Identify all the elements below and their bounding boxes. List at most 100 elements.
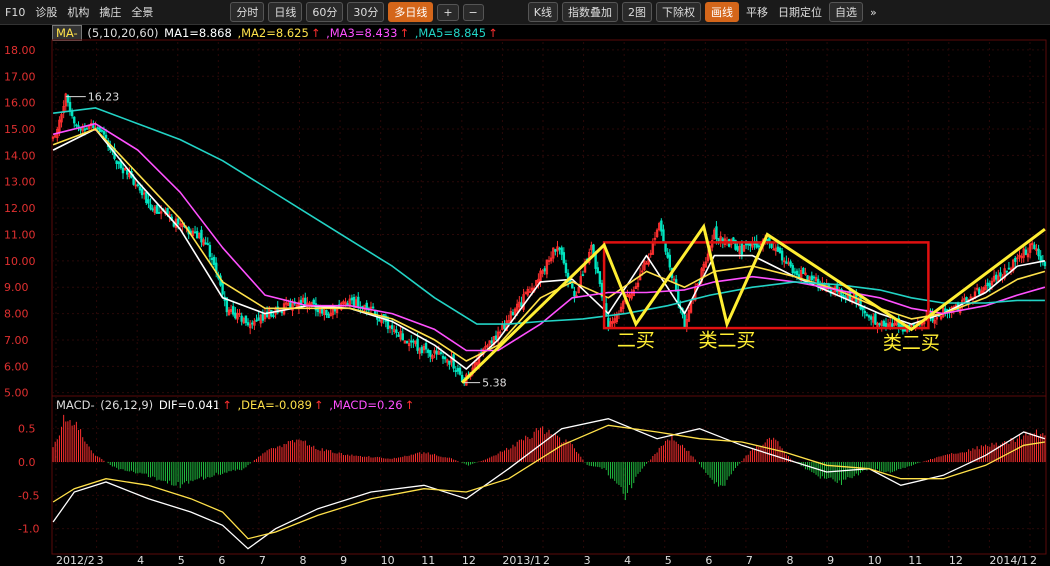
candle-body	[272, 315, 275, 317]
candle-body	[151, 208, 154, 211]
candle-body	[77, 125, 80, 128]
candle-body	[448, 360, 451, 365]
candle-body	[255, 319, 258, 322]
candle-body	[441, 355, 445, 359]
candle-body	[416, 338, 419, 351]
price-tick-label: 18.00	[4, 44, 36, 57]
time-tick-label: 4	[137, 554, 144, 566]
candle-body	[132, 178, 135, 185]
candle-body	[842, 295, 845, 297]
candle-body	[999, 272, 1002, 277]
candle-body	[166, 207, 169, 215]
candle-body	[1043, 261, 1047, 267]
time-tick-label: 7	[259, 554, 266, 566]
candle-body	[147, 199, 150, 204]
time-tick-label: 4	[624, 554, 631, 566]
candle-body	[662, 229, 665, 242]
candle-body	[357, 296, 360, 308]
candle-body	[155, 205, 159, 214]
macd-tick-label: 0.0	[18, 456, 36, 469]
candle-body	[797, 274, 801, 278]
candle-body	[596, 267, 599, 274]
candle-body	[234, 312, 237, 319]
price-tick-label: 9.00	[4, 281, 29, 294]
price-tick-label: 17.00	[4, 70, 36, 83]
time-tick-label: 9	[340, 554, 347, 566]
candle-body	[757, 245, 761, 248]
candle-body	[994, 274, 998, 280]
candle-body	[435, 350, 438, 355]
time-tick-label: 6	[705, 554, 712, 566]
candle-body	[1037, 248, 1040, 257]
low-label: 5.38	[482, 377, 507, 390]
candle-body	[812, 276, 816, 279]
candle-body	[490, 340, 493, 344]
annotations: 16.23 5.38 二买 类二买 类二买	[65, 91, 1046, 390]
candle-body	[503, 324, 506, 330]
candle-body	[73, 116, 76, 124]
time-tick-label: 5	[178, 554, 185, 566]
candle-body	[605, 303, 608, 316]
candle-body	[395, 329, 398, 334]
candle-body	[200, 229, 203, 243]
candle-body	[83, 128, 87, 131]
time-tick-label: 7	[746, 554, 753, 566]
candle-body	[327, 313, 330, 319]
time-tick-label: 12	[949, 554, 963, 566]
candle-body	[401, 333, 404, 341]
candle-body	[454, 370, 457, 372]
time-tick-label: 11	[421, 554, 435, 566]
candle-body	[410, 340, 413, 343]
candle-body	[874, 313, 877, 325]
candle-body	[988, 282, 992, 288]
candle-body	[560, 247, 563, 255]
candle-body	[208, 244, 212, 257]
candle-body	[740, 243, 744, 255]
time-tick-label: 8	[787, 554, 794, 566]
candle-body	[126, 169, 129, 175]
candle-body	[664, 242, 667, 252]
candle-body	[424, 343, 428, 350]
candle-body	[325, 309, 328, 316]
candle-body	[92, 125, 95, 128]
candle-body	[251, 322, 254, 325]
candle-body	[443, 357, 447, 360]
time-tick-label: 6	[218, 554, 225, 566]
candle-body	[261, 312, 265, 321]
price-tick-label: 5.00	[4, 387, 29, 400]
candle-body	[562, 252, 566, 264]
candle-body	[1007, 267, 1011, 270]
time-tick-label: 3	[97, 554, 104, 566]
price-tick-label: 16.00	[4, 97, 36, 110]
candle-body	[429, 350, 432, 357]
candle-body	[867, 315, 871, 318]
buy-point-label: 类二买	[883, 332, 940, 354]
candle-body	[869, 316, 873, 320]
candle-body	[79, 128, 82, 131]
candle-body	[312, 299, 315, 305]
candle-body	[96, 127, 99, 130]
buy-point-label: 类二买	[699, 330, 756, 352]
candle-body	[346, 303, 349, 306]
candle-body	[776, 246, 780, 252]
candle-body	[104, 134, 108, 139]
candle-body	[257, 317, 260, 321]
candle-body	[193, 231, 197, 234]
stock-chart[interactable]: 16.23 5.38 二买 类二买 类二买 0.5 0.0 -0.5 -1.0 5.00 6.0…	[0, 0, 1050, 566]
price-tick-label: 14.00	[4, 149, 36, 162]
time-tick-label: 12	[462, 554, 476, 566]
candle-body	[558, 247, 561, 250]
candle-body	[378, 319, 381, 322]
macd-tick-label: -1.0	[18, 523, 39, 536]
time-tick-label: 2012/2	[56, 554, 95, 566]
candle-body	[878, 323, 881, 326]
candle-body	[884, 322, 888, 327]
time-tick-label: 10	[381, 554, 395, 566]
time-tick-label: 2013/1	[502, 554, 541, 566]
candle-body	[206, 243, 209, 245]
candle-body	[749, 243, 752, 246]
candle-body	[204, 242, 207, 245]
macd-panel: 0.5 0.0 -0.5 -1.0	[18, 414, 1046, 550]
candle-body	[195, 231, 199, 239]
candle-body	[1014, 257, 1017, 262]
